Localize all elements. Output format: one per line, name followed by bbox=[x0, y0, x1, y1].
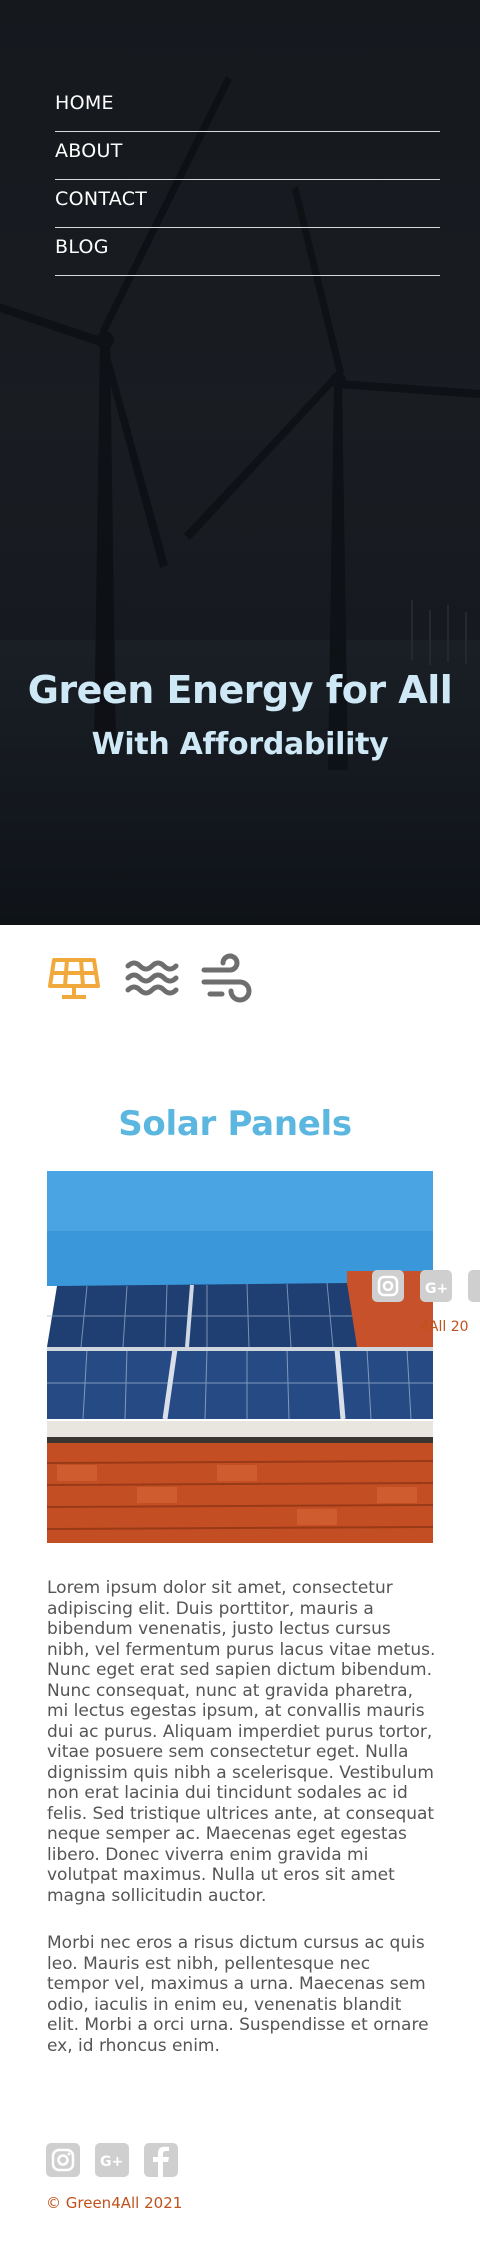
copyright-text: © Green4All 2021 bbox=[46, 2194, 183, 2212]
hero-title: Green Energy for All bbox=[27, 668, 453, 712]
overlapping-social-icons: G+ bbox=[372, 1266, 480, 1306]
hero-section: HOME ABOUT CONTACT BLOG Green Energy for… bbox=[0, 0, 480, 925]
main-nav: HOME ABOUT CONTACT BLOG bbox=[55, 84, 440, 276]
wind-icon bbox=[201, 953, 252, 1003]
tab-solar[interactable] bbox=[46, 950, 102, 1006]
tab-hydro[interactable] bbox=[124, 950, 180, 1006]
svg-text:G+: G+ bbox=[425, 1281, 448, 1297]
energy-type-tabs bbox=[46, 950, 266, 1006]
body-paragraph-1: Lorem ipsum dolor sit amet, consectetur … bbox=[47, 1578, 436, 1906]
instagram-link[interactable] bbox=[46, 2143, 80, 2177]
google-plus-link[interactable]: G+ bbox=[95, 2143, 129, 2177]
solar-panels-image bbox=[47, 1171, 433, 1543]
facebook-link[interactable] bbox=[144, 2143, 178, 2177]
hero-subtitle: With Affordability bbox=[91, 727, 389, 762]
nav-item-contact[interactable]: CONTACT bbox=[55, 180, 440, 228]
nav-item-blog[interactable]: BLOG bbox=[55, 228, 440, 276]
section-title: Solar Panels bbox=[118, 1104, 352, 1144]
instagram-icon bbox=[46, 2143, 80, 2177]
tab-wind[interactable] bbox=[200, 950, 256, 1006]
svg-text:G+: G+ bbox=[100, 2154, 123, 2170]
overlapping-copyright-fragment: 4All 20 bbox=[420, 1319, 469, 1335]
nav-item-about[interactable]: ABOUT bbox=[55, 132, 440, 180]
facebook-icon bbox=[144, 2143, 178, 2177]
footer-social-icons: G+ bbox=[46, 2143, 206, 2177]
nav-item-home[interactable]: HOME bbox=[55, 84, 440, 132]
google-plus-icon: G+ bbox=[95, 2143, 129, 2177]
water-waves-icon bbox=[125, 960, 179, 996]
body-paragraph-2: Morbi nec eros a risus dictum cursus ac … bbox=[47, 1933, 429, 2056]
solar-panel-icon bbox=[48, 958, 100, 999]
